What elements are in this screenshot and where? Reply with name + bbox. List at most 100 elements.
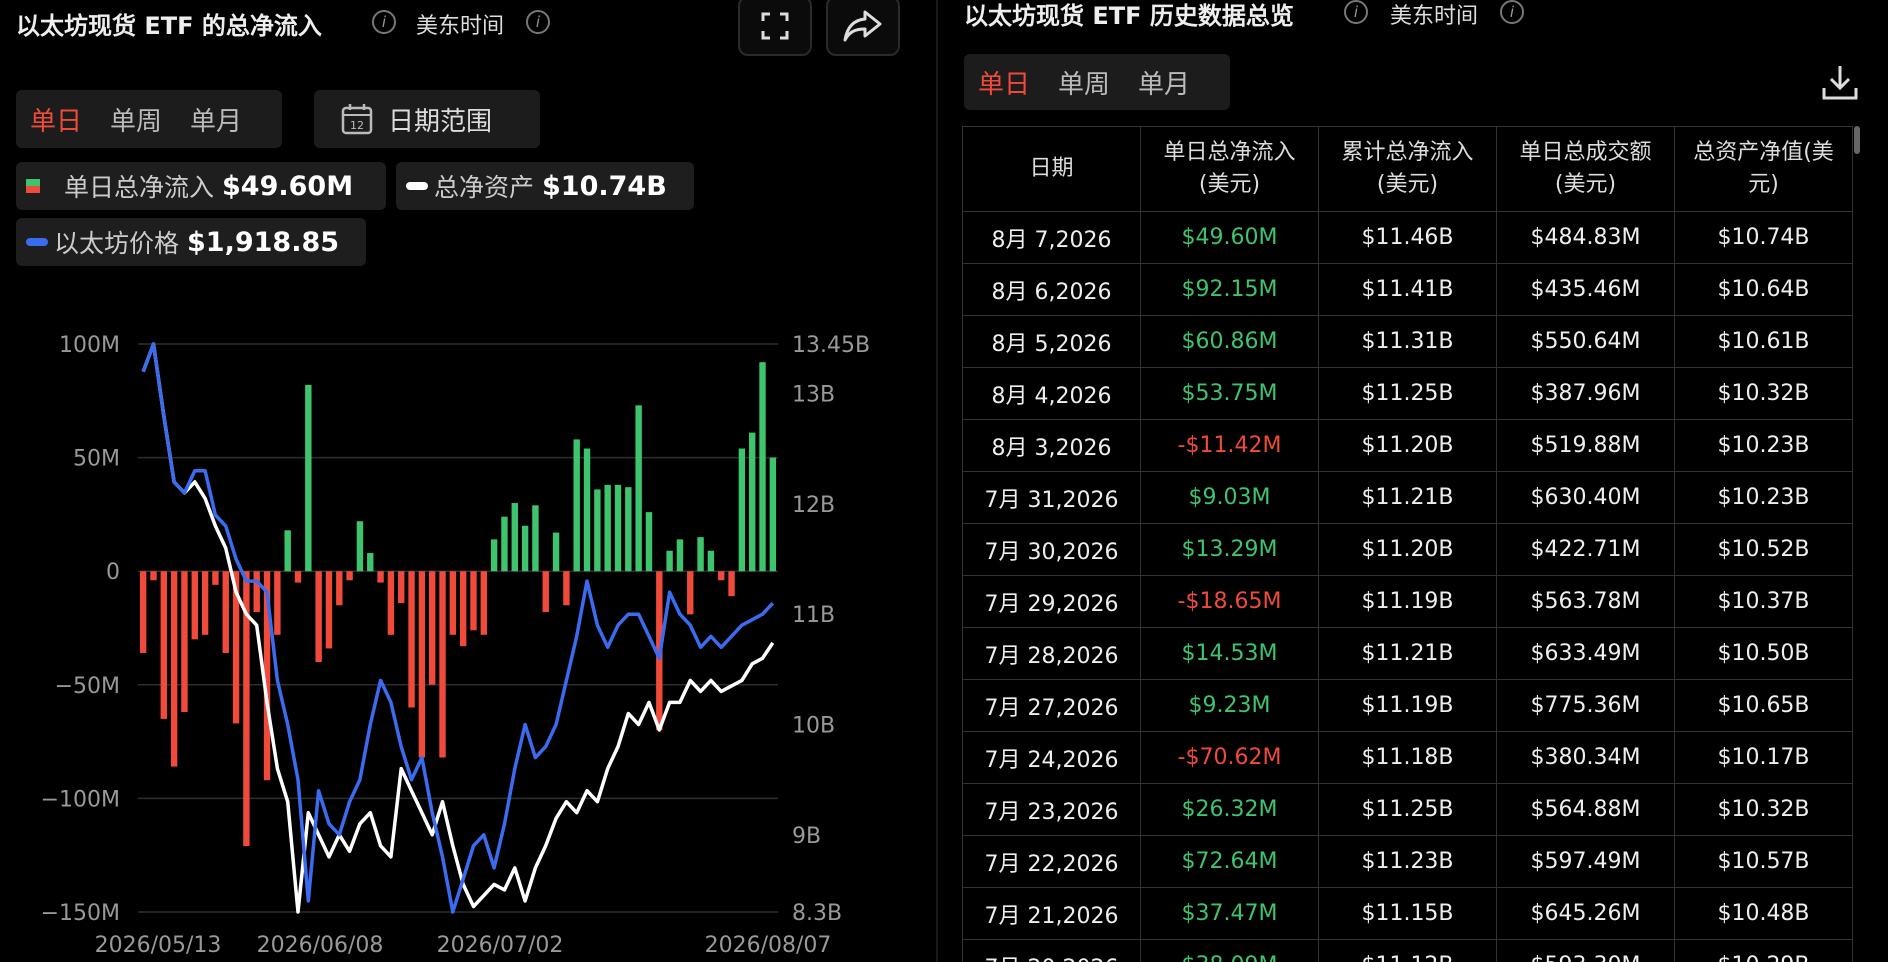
left-panel-title: 以太坊现货 ETF 的总净流入 (16, 12, 322, 40)
table-row[interactable]: 7月 21,2026 $37.47M $11.15B $645.26M $10.48B (962, 887, 1853, 940)
tab-monthly[interactable]: 单月 (176, 101, 256, 138)
flow-bar (181, 571, 188, 713)
table-cell: $11.25B (1318, 783, 1497, 836)
table-cell: $550.64M (1496, 315, 1675, 368)
flow-bar (170, 571, 178, 767)
table-cell: $10.50B (1674, 627, 1853, 680)
flow-bar (625, 487, 632, 572)
table-cell: $11.20B (1318, 523, 1497, 576)
legend-net-inflow[interactable]: 单日总净流入 $49.60M (16, 162, 386, 210)
y-tick-label-right: 13.45B (792, 333, 870, 358)
left-panel: 以太坊现货 ETF 的总净流入 i 美东时间 i 单日 单周 单月 12 日期范… (0, 0, 936, 962)
flow-bar (687, 571, 694, 615)
flow-bar (459, 571, 467, 647)
flow-bar (377, 571, 384, 583)
table-cell: 7月 20,2026 (962, 939, 1141, 962)
flow-bar (759, 362, 766, 572)
table-cell: $13.29M (1140, 523, 1319, 576)
flow-bar (356, 521, 364, 572)
flow-bar (532, 505, 539, 572)
y-tick-label-right: 12B (792, 493, 835, 518)
flow-bar (408, 571, 415, 708)
table-cell: $11.21B (1318, 471, 1497, 524)
flow-bar (583, 448, 591, 572)
table-cell: -$11.42M (1140, 419, 1319, 472)
table-cell: $435.46M (1496, 263, 1675, 316)
table-cell: $10.57B (1674, 835, 1853, 888)
table-cell: $593.30M (1496, 939, 1675, 962)
flow-bar (748, 432, 756, 572)
download-button[interactable] (1820, 62, 1860, 106)
table-cell: $10.61B (1674, 315, 1853, 368)
flow-bar (315, 571, 322, 663)
flow-bar (325, 571, 333, 649)
table-cell: 7月 30,2026 (962, 523, 1141, 576)
panel-divider (936, 0, 938, 962)
table-row[interactable]: 7月 20,2026$38.09M$11.12B$593.30M$10.29B (962, 939, 1853, 962)
table-cell: $563.78M (1496, 575, 1675, 628)
x-tick-label: 2026/08/07 (705, 933, 832, 958)
flow-bar (191, 571, 198, 640)
table-row[interactable]: 7月 31,2026 $9.03M $11.21B $630.40M $10.23B (962, 471, 1853, 524)
table-cell: $10.29B (1674, 939, 1853, 962)
tab-weekly[interactable]: 单周 (1044, 64, 1124, 101)
table-row[interactable]: 7月 28,2026 $14.53M $11.21B $633.49M $10.50B (962, 627, 1853, 680)
table-row[interactable]: 7月 22,2026 $72.64M $11.23B $597.49M $10.57B (962, 835, 1853, 888)
table-row[interactable]: 8月 4,2026 $53.75M $11.25B $387.96M $10.32B (962, 367, 1853, 420)
table-cell: $380.34M (1496, 731, 1675, 784)
info-icon[interactable]: i (372, 10, 396, 34)
tab-monthly[interactable]: 单月 (1124, 64, 1204, 101)
table-row[interactable]: 7月 30,2026 $13.29M $11.20B $422.71M $10.52B (962, 523, 1853, 576)
table-cell: $92.15M (1140, 263, 1319, 316)
table-cell: $72.64M (1140, 835, 1319, 888)
table-row[interactable]: 7月 24,2026 -$70.62M $11.18B $380.34M $10.17B (962, 731, 1853, 784)
flow-bar (367, 553, 374, 572)
right-panel: 以太坊现货 ETF 历史数据总览 i 美东时间 i 单日 单周 单月 日期 单日总… (940, 0, 1888, 962)
date-range-button[interactable]: 12 日期范围 (314, 90, 540, 148)
column-header[interactable]: 单日总成交额 (美元) (1496, 126, 1675, 212)
column-header[interactable]: 单日总净流入 (美元) (1140, 126, 1319, 212)
tab-daily[interactable]: 单日 (16, 101, 96, 138)
table-scrollbar[interactable] (1854, 126, 1860, 154)
right-period-tabs: 单日 单周 单月 (964, 54, 1230, 110)
legend-total-assets[interactable]: 总净资产 $10.74B (396, 162, 694, 210)
flow-bar (284, 530, 291, 572)
flow-bar (594, 489, 601, 572)
calendar-icon: 12 (341, 104, 373, 135)
table-cell: $26.32M (1140, 783, 1319, 836)
flow-bar (150, 571, 157, 581)
fullscreen-button[interactable] (738, 0, 812, 56)
table-cell: $9.23M (1140, 679, 1319, 732)
calendar-day: 12 (350, 119, 364, 132)
x-tick-label: 2026/07/02 (437, 933, 564, 958)
table-row[interactable]: 8月 5,2026 $60.86M $11.31B $550.64M $10.61B (962, 315, 1853, 368)
table-row[interactable]: 8月 6,2026 $92.15M $11.41B $435.46M $10.64B (962, 263, 1853, 316)
etf-flow-chart[interactable]: 100M 50M 0 −50M −100M −150M 13.45B 13B 12B 11B 10B… (0, 310, 900, 962)
info-icon[interactable]: i (1500, 0, 1524, 24)
table-cell: $49.60M (1140, 211, 1319, 264)
table-cell: 7月 23,2026 (962, 783, 1141, 836)
timezone-label: 美东时间 (1390, 4, 1479, 29)
info-icon[interactable]: i (526, 10, 550, 34)
table-cell: $11.12B (1318, 939, 1497, 962)
legend-eth-price[interactable]: 以太坊价格 $1,918.85 (16, 218, 366, 266)
flow-bar (563, 571, 570, 606)
tab-weekly[interactable]: 单周 (96, 101, 176, 138)
table-row[interactable]: 7月 29,2026 -$18.65M $11.19B $563.78M $10.37B (962, 575, 1853, 628)
share-button[interactable] (826, 0, 900, 56)
table-row[interactable]: 7月 27,2026 $9.23M $11.19B $775.36M $10.65B (962, 679, 1853, 732)
table-row[interactable]: 7月 23,2026 $26.32M $11.25B $564.88M $10.32B (962, 783, 1853, 836)
column-header[interactable]: 累计总净流入 (美元) (1318, 126, 1497, 212)
table-row[interactable]: 8月 7,2026 $49.60M $11.46B $484.83M $10.74B (962, 211, 1853, 264)
tab-daily[interactable]: 单日 (964, 64, 1044, 101)
info-icon[interactable]: i (1344, 0, 1368, 24)
table-cell: $11.18B (1318, 731, 1497, 784)
table-cell: $11.15B (1318, 887, 1497, 940)
table-row[interactable]: 8月 3,2026 -$11.42M $11.20B $519.88M $10.23B (962, 419, 1853, 472)
flow-bar (769, 457, 777, 572)
y-tick-label-right: 11B (792, 603, 835, 628)
column-header[interactable]: 总资产净值(美 元) (1674, 126, 1853, 212)
column-header[interactable]: 日期 (962, 126, 1141, 212)
table-cell: $10.23B (1674, 419, 1853, 472)
table-cell: $387.96M (1496, 367, 1675, 420)
